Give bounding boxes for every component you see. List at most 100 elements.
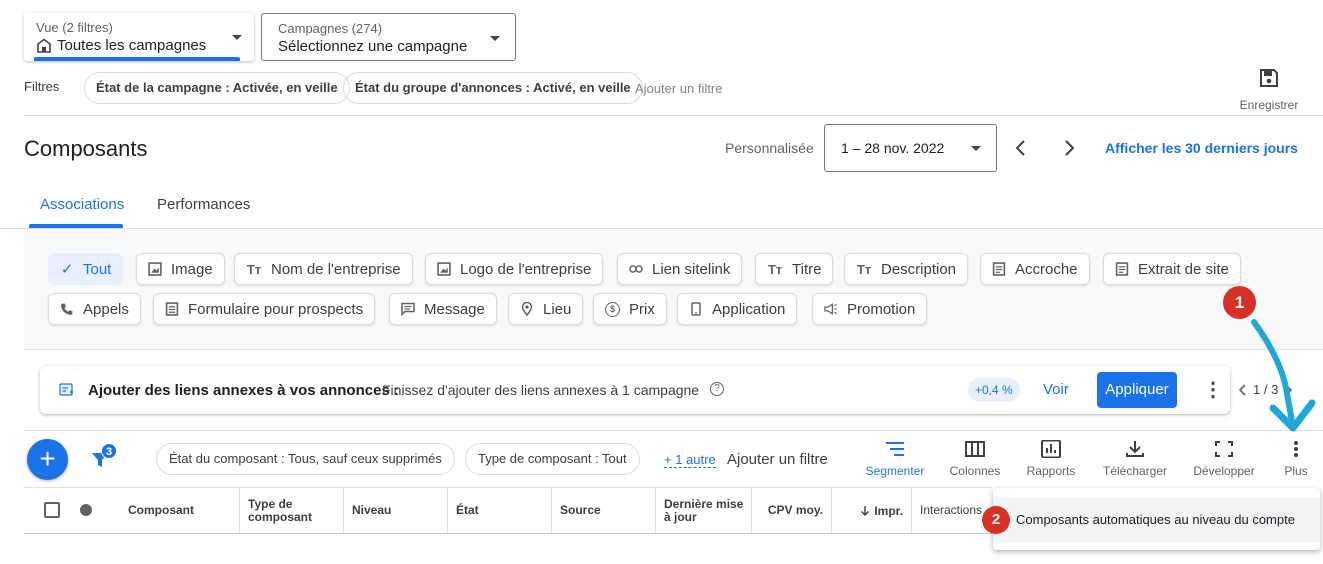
- asset-chip-app[interactable]: Application: [677, 293, 798, 325]
- view-selector-underline: [34, 57, 240, 61]
- uplift-badge: +0,4 %: [968, 378, 1020, 402]
- view-selector[interactable]: Vue (2 filtres) Toutes les campagnes: [24, 13, 254, 61]
- page-title: Composants: [24, 136, 148, 161]
- asset-chip-label: Prix: [629, 300, 655, 318]
- asset-chip-label: Tout: [83, 260, 112, 278]
- chevron-left-icon[interactable]: [1014, 139, 1028, 157]
- annotation-arrow: [1251, 319, 1316, 432]
- asset-chip-business-name[interactable]: Tт Nom de l'entreprise: [234, 253, 413, 285]
- more-vert-icon: [1294, 441, 1298, 457]
- more-vert-icon[interactable]: ⋮: [1203, 380, 1223, 400]
- text-icon: Tт: [246, 261, 262, 277]
- chevron-down-icon: [232, 35, 242, 40]
- asset-chip-headline[interactable]: Tт Titre: [755, 253, 834, 285]
- asset-chip-calls[interactable]: Appels: [48, 293, 141, 325]
- apply-button[interactable]: Appliquer: [1097, 372, 1177, 408]
- text-icon: Tт: [767, 261, 783, 277]
- asset-chip-sitelink[interactable]: Lien sitelink: [617, 253, 743, 285]
- add-button[interactable]: +: [27, 439, 68, 480]
- columns-button[interactable]: Colonnes: [945, 440, 1005, 478]
- view-button[interactable]: Voir: [1043, 381, 1069, 398]
- column-header-interactions[interactable]: Interactions: [911, 488, 992, 533]
- annotation-step-2: 2: [982, 506, 1010, 534]
- column-header-asset-type[interactable]: Type de composant: [239, 488, 343, 533]
- view-selector-caption: Vue (2 filtres): [36, 20, 113, 35]
- chevron-right-icon[interactable]: [1062, 139, 1076, 157]
- asset-type-panel-border: [24, 349, 1323, 350]
- reports-icon: [1041, 440, 1061, 458]
- segment-button[interactable]: Segmenter: [860, 440, 930, 478]
- date-mode-label: Personnalisée: [725, 140, 814, 156]
- filter-chip-adgroup-state[interactable]: État du groupe d'annonces : Activé, en v…: [343, 72, 643, 104]
- expand-button[interactable]: Développer: [1188, 440, 1260, 478]
- expand-label: Développer: [1193, 464, 1255, 478]
- asset-chip-message[interactable]: Message: [389, 293, 497, 325]
- campaign-selector-value: Sélectionnez une campagne: [278, 38, 468, 55]
- asset-type-panel: [24, 229, 1323, 350]
- columns-label: Colonnes: [949, 464, 1001, 478]
- asset-chip-label: Appels: [83, 300, 129, 318]
- segment-label: Segmenter: [865, 464, 925, 478]
- toolbar-top-divider: [24, 430, 1323, 431]
- column-header-source[interactable]: Source: [551, 488, 655, 533]
- tab-performances[interactable]: Performances: [157, 196, 250, 213]
- column-header-asset[interactable]: Composant: [120, 488, 239, 533]
- column-header-level[interactable]: Niveau: [343, 488, 447, 533]
- select-all-checkbox[interactable]: [44, 502, 60, 518]
- document-icon: [1115, 262, 1129, 276]
- filter-button[interactable]: 3: [90, 443, 120, 474]
- asset-chip-structured-snippet[interactable]: Extrait de site: [1103, 253, 1241, 285]
- help-icon[interactable]: ?: [710, 382, 724, 396]
- asset-chip-price[interactable]: $ Prix: [593, 293, 667, 325]
- asset-chip-callout[interactable]: Accroche: [980, 253, 1090, 285]
- megaphone-icon: [824, 303, 838, 315]
- asset-chip-label: Image: [171, 260, 213, 278]
- download-button[interactable]: Télécharger: [1099, 440, 1171, 478]
- header-divider: [24, 115, 1323, 116]
- asset-chip-label: Extrait de site: [1138, 260, 1229, 278]
- column-header-state[interactable]: État: [447, 488, 551, 533]
- asset-chip-all[interactable]: ✓ Tout: [48, 253, 124, 285]
- price-icon: $: [605, 301, 620, 317]
- more-button[interactable]: Plus: [1276, 440, 1316, 478]
- asset-chip-description[interactable]: Tт Description: [844, 253, 969, 285]
- asset-chip-label: Description: [881, 260, 957, 278]
- asset-chip-business-logo[interactable]: Logo de l'entreprise: [425, 253, 604, 285]
- asset-chip-location[interactable]: Lieu: [508, 293, 584, 325]
- column-header-impressions[interactable]: Impr.: [831, 488, 911, 533]
- filter-chip-asset-state[interactable]: État du composant : Tous, sauf ceux supp…: [156, 443, 455, 475]
- more-filters-link[interactable]: + 1 autre: [664, 452, 716, 468]
- asset-chip-lead-form[interactable]: Formulaire pour prospects: [153, 293, 376, 325]
- asset-chip-label: Message: [424, 300, 485, 318]
- text-icon: Tт: [856, 261, 872, 277]
- last-30-days-link[interactable]: Afficher les 30 derniers jours: [1105, 140, 1298, 156]
- asset-chip-label: Application: [712, 300, 786, 318]
- link-icon: [629, 265, 643, 273]
- annotation-step-1: 1: [1223, 286, 1256, 319]
- asset-chip-label: Accroche: [1015, 260, 1078, 278]
- asset-chip-promotion[interactable]: Promotion: [812, 293, 928, 325]
- image-icon: [148, 262, 162, 276]
- campaign-selector[interactable]: Campagnes (274) Sélectionnez une campagn…: [261, 13, 516, 61]
- asset-chip-label: Logo de l'entreprise: [460, 260, 592, 278]
- columns-icon: [965, 441, 985, 457]
- save-button[interactable]: Enregistrer: [1232, 68, 1306, 114]
- asset-chip-label: Lieu: [543, 300, 572, 318]
- asset-chip-label: Promotion: [847, 300, 916, 318]
- column-header-last-updated[interactable]: Dernière mise à jour: [655, 488, 751, 533]
- recommendation-text: Finissez d'ajouter des liens annexes à 1…: [382, 382, 700, 398]
- filter-chip-campaign-state[interactable]: État de la campagne : Activée, en veille: [84, 72, 350, 104]
- save-icon: [1260, 69, 1278, 87]
- reports-button[interactable]: Rapports: [1021, 440, 1081, 478]
- check-icon: ✓: [60, 261, 74, 278]
- column-header-avg-cpv[interactable]: CPV moy.: [751, 488, 831, 533]
- filter-chip-asset-type[interactable]: Type de composant : Tout: [465, 443, 640, 475]
- date-range-picker[interactable]: 1 – 28 nov. 2022: [824, 124, 997, 172]
- add-filter-link[interactable]: Ajouter un filtre: [727, 451, 828, 468]
- add-filter-link[interactable]: Ajouter un filtre: [635, 81, 722, 96]
- asset-chip-image[interactable]: Image: [136, 253, 225, 285]
- segment-icon: [886, 442, 904, 456]
- tab-associations[interactable]: Associations: [40, 196, 124, 213]
- location-pin-icon: [521, 302, 533, 316]
- menu-item-automated-assets[interactable]: Composants automatiques au niveau du com…: [993, 498, 1320, 542]
